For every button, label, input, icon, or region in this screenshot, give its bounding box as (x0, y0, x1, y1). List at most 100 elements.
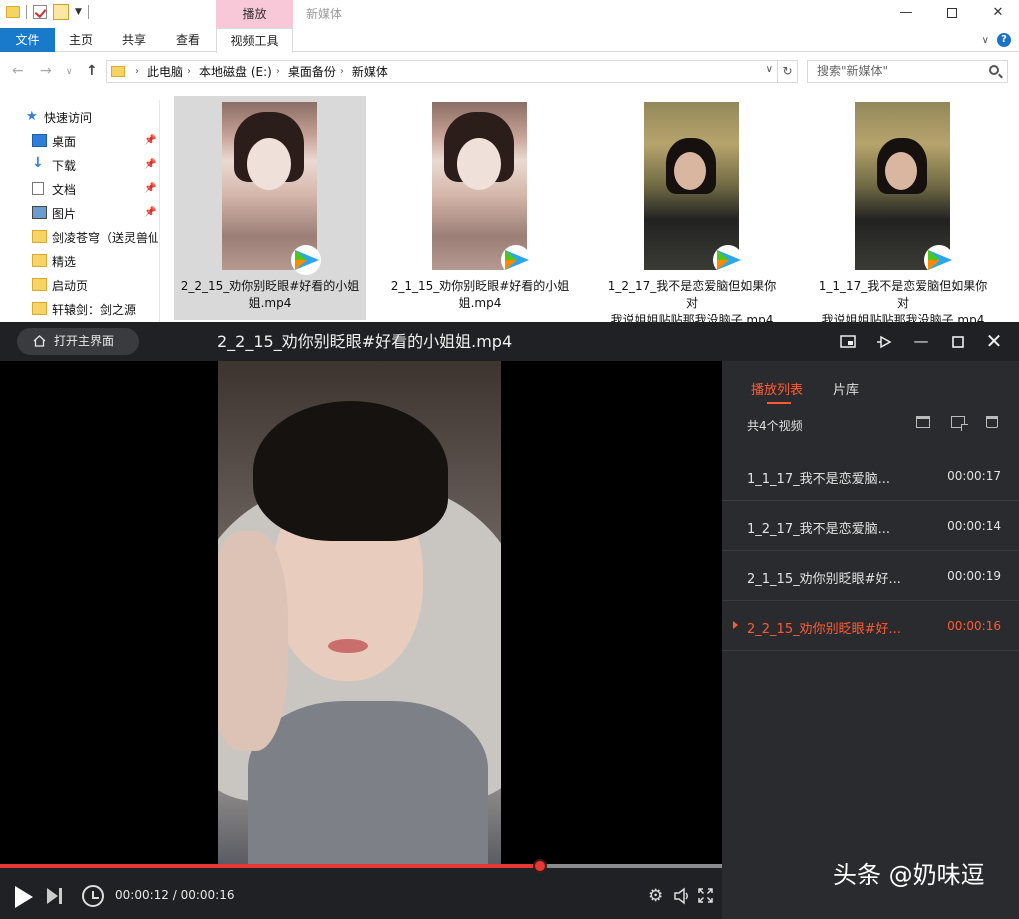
sidebar-item-label: 精选 (52, 254, 77, 269)
sidebar-item-label: 图片 (52, 206, 77, 221)
breadcrumb-separator-icon[interactable]: › (135, 66, 139, 77)
thumbnail-face (457, 138, 501, 190)
pin-icon[interactable]: 📌 (144, 207, 156, 218)
breadcrumb-this-pc[interactable]: 此电脑 (147, 63, 183, 80)
minimize-button[interactable]: — (883, 0, 929, 28)
next-track-icon[interactable] (47, 886, 63, 906)
pin-icon[interactable]: 📌 (144, 159, 156, 170)
address-bar[interactable]: › 此电脑 › 本地磁盘 (E:) › 桌面备份 › 新媒体 ∨ (106, 60, 778, 83)
fullscreen-icon[interactable] (698, 888, 713, 903)
mini-mode-button[interactable] (830, 322, 866, 361)
contextual-tab-header: 播放 (216, 0, 293, 28)
tab-file[interactable]: 文件 (0, 28, 55, 52)
breadcrumb-desktop-backup[interactable]: 桌面备份 (288, 63, 336, 80)
document-icon (32, 182, 44, 195)
folder-icon (32, 254, 47, 267)
close-button[interactable]: ✕ (975, 0, 1019, 28)
expand-ribbon-icon[interactable]: ∨ (982, 35, 989, 46)
progress-handle[interactable] (533, 859, 547, 873)
pin-icon[interactable]: 📌 (144, 135, 156, 146)
open-home-label: 打开主界面 (54, 334, 115, 348)
trash-icon[interactable] (986, 416, 998, 428)
ribbon-right-controls: ∨ ? (982, 33, 1011, 47)
recent-locations-dropdown-icon[interactable]: ∨ (66, 67, 73, 77)
playlist-item[interactable]: 1_2_17_我不是恋爱脑... 00:00:14 (722, 501, 1019, 551)
volume-icon[interactable] (673, 887, 691, 905)
video-player-icon (501, 245, 531, 275)
sidebar-item-label: 剑凌苍穹（送灵兽仙 (52, 230, 158, 245)
tab-home[interactable]: 主页 (55, 28, 107, 52)
sidebar-item-folder[interactable]: 剑凌苍穹（送灵兽仙 (0, 225, 160, 249)
search-icon (989, 65, 999, 75)
play-icon[interactable] (15, 886, 33, 908)
maximize-button[interactable] (929, 0, 975, 28)
window-title: 新媒体 (306, 7, 343, 21)
video-count: 共4个视频 (747, 419, 803, 433)
open-folder-icon[interactable] (916, 416, 930, 428)
open-home-button[interactable]: 打开主界面 (17, 328, 139, 355)
breadcrumb-separator-icon[interactable]: › (340, 66, 344, 77)
sidebar-item-folder[interactable]: 精选 (0, 249, 160, 273)
tab-video-tools[interactable]: 视频工具 (216, 28, 293, 53)
back-arrow-icon[interactable]: ← (12, 63, 24, 79)
video-player-window: 打开主界面 2_2_15_劝你别眨眼#好看的小姐姐.mp4 — ✕ 00:00:… (0, 322, 1019, 919)
maximize-button[interactable] (940, 322, 976, 361)
sidebar-item-folder[interactable]: 启动页 (0, 273, 160, 297)
sidebar-item-label: 下载 (52, 158, 77, 173)
sidebar-item-label: 轩辕剑：剑之源 (52, 302, 137, 317)
pin-icon[interactable]: 📌 (144, 183, 156, 194)
breadcrumb-new-media[interactable]: 新媒体 (352, 63, 388, 80)
playlist-item-name: 1_1_17_我不是恋爱脑... (747, 472, 890, 487)
playlist-item-duration: 00:00:14 (947, 519, 1001, 533)
address-dropdown-icon[interactable]: ∨ (766, 64, 773, 75)
sidebar-item-documents[interactable]: 文档 📌 (0, 177, 160, 201)
playlist-actions (916, 416, 998, 431)
pin-on-top-button[interactable] (866, 322, 902, 361)
maximize-icon (952, 335, 964, 348)
progress-track[interactable] (0, 859, 722, 873)
playlist-item[interactable]: 1_1_17_我不是恋爱脑... 00:00:17 (722, 451, 1019, 501)
tab-view[interactable]: 查看 (161, 28, 215, 52)
breadcrumb-separator-icon[interactable]: › (187, 66, 191, 77)
sidebar-item-desktop[interactable]: 桌面 📌 (0, 129, 160, 153)
file-tile[interactable]: 2_2_15_劝你别眨眼#好看的小姐 姐.mp4 (174, 96, 366, 320)
sidebar-item-label: 快速访问 (44, 110, 93, 125)
tab-share[interactable]: 共享 (107, 28, 161, 52)
search-input[interactable]: 搜索"新媒体" (807, 60, 1008, 83)
customize-toolbar-dropdown-icon[interactable]: ▼ (75, 7, 82, 17)
new-folder-icon[interactable] (53, 4, 69, 20)
playlist-item[interactable]: 2_1_15_劝你别眨眼#好... 00:00:19 (722, 551, 1019, 601)
properties-icon[interactable] (33, 5, 47, 19)
up-arrow-icon[interactable]: ↑ (86, 63, 98, 79)
video-hand (218, 531, 288, 751)
forward-arrow-icon[interactable]: → (40, 63, 52, 79)
folder-icon (111, 66, 125, 77)
minimize-button[interactable]: — (903, 322, 939, 361)
help-icon[interactable]: ? (997, 33, 1011, 47)
file-name-line: 姐.mp4 (458, 296, 502, 310)
sidebar-item-quick-access[interactable]: ★ 快速访问 (0, 105, 160, 129)
video-area[interactable] (0, 361, 722, 864)
settings-gear-icon[interactable]: ⚙ (648, 886, 663, 906)
refresh-button[interactable]: ↻ (778, 60, 798, 83)
sidebar-item-downloads[interactable]: ↓ 下载 📌 (0, 153, 160, 177)
file-tile[interactable]: 1_1_17_我不是恋爱脑但如果你对 我说姐姐贴贴那我没脑子.mp4 (807, 96, 999, 327)
video-frame (218, 361, 501, 864)
file-tile[interactable]: 2_1_15_劝你别眨眼#好看的小姐 姐.mp4 (384, 96, 576, 320)
file-tile[interactable]: 1_2_17_我不是恋爱脑但如果你对 我说姐姐贴贴那我没脑子.mp4 (596, 96, 788, 327)
file-name-line: 1_2_17_我不是恋爱脑但如果你对 (607, 279, 777, 310)
breadcrumb-separator-icon[interactable]: › (276, 66, 280, 77)
add-to-list-icon[interactable] (951, 416, 968, 431)
loop-mode-icon[interactable] (82, 885, 104, 907)
file-name-line: 姐.mp4 (248, 296, 292, 310)
tab-playlist[interactable]: 播放列表 (751, 379, 803, 404)
close-button[interactable]: ✕ (976, 322, 1012, 361)
file-list: 2_2_15_劝你别眨眼#好看的小姐 姐.mp4 2_1_15_劝你别眨眼#好看… (162, 90, 1019, 327)
playlist-item-active[interactable]: 2_2_15_劝你别眨眼#好... 00:00:16 (722, 601, 1019, 651)
now-playing-arrow-icon (733, 621, 738, 629)
sidebar-item-folder[interactable]: 轩辕剑：剑之源 (0, 297, 160, 321)
sidebar-item-pictures[interactable]: 图片 📌 (0, 201, 160, 225)
breadcrumb-local-disk[interactable]: 本地磁盘 (E:) (199, 63, 272, 80)
tab-library[interactable]: 片库 (833, 379, 859, 398)
folder-icon (32, 302, 47, 315)
